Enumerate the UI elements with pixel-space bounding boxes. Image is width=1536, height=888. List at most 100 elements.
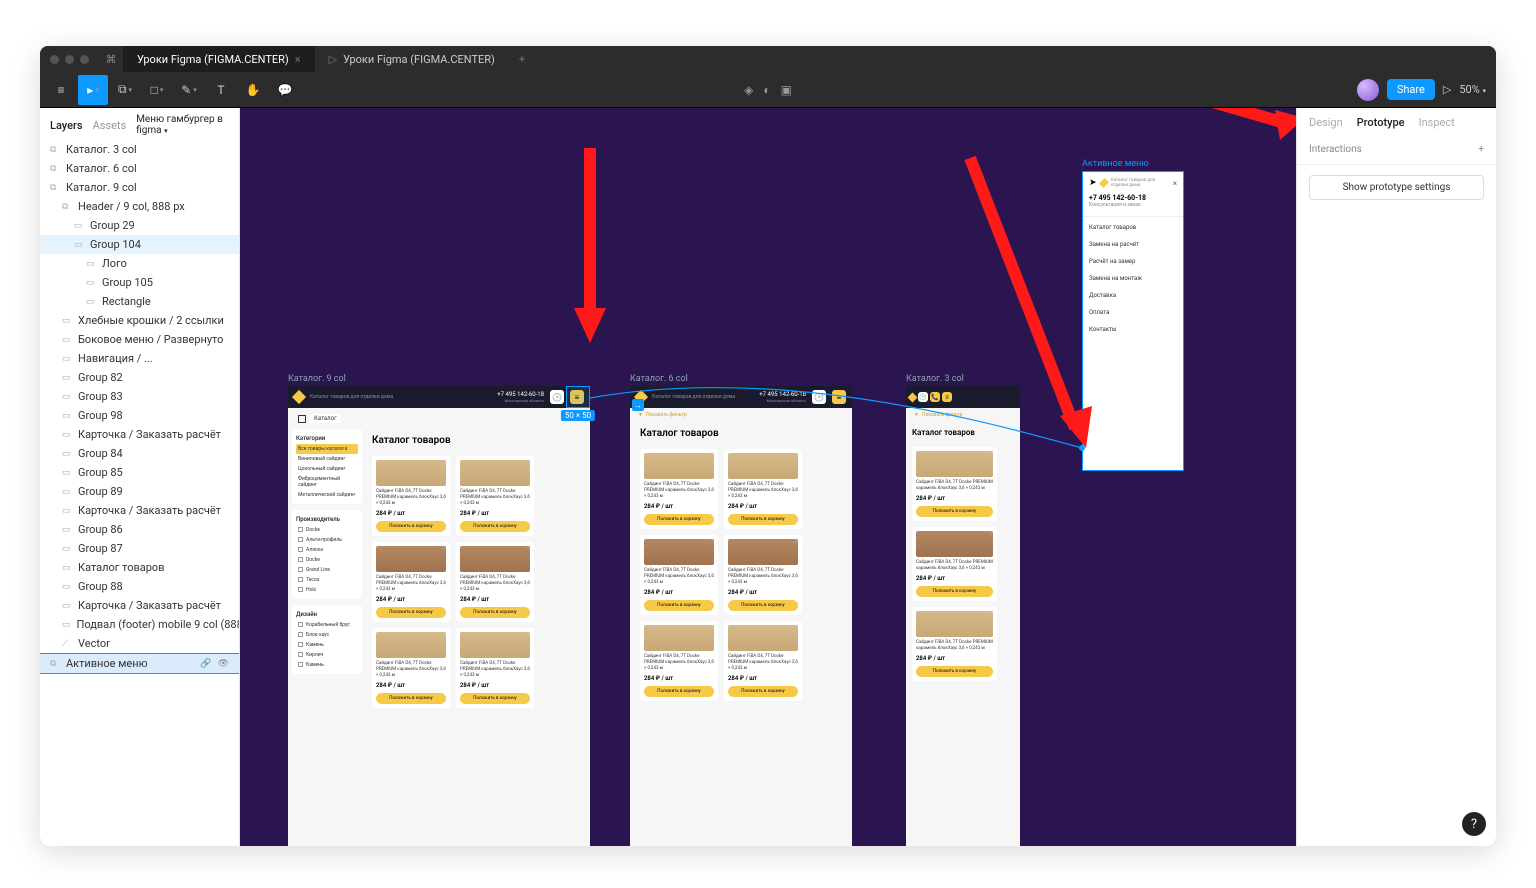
plus-icon[interactable]: + [1478,144,1484,155]
sidebar-item[interactable]: Корабельный брус [296,620,358,630]
layer-row[interactable]: ▭Group 82 [40,368,239,387]
product-card[interactable]: ♡Сайдинг FiBA D4, 7T Docke PREMIUM карам… [912,607,997,681]
new-tab-button[interactable]: + [509,53,535,66]
layer-row[interactable]: ▭Group 83 [40,387,239,406]
present-button[interactable]: ▷ [1443,83,1451,96]
menu-item[interactable]: Расчёт на замер [1083,253,1183,270]
menu-item[interactable]: Замена на монтаж [1083,270,1183,287]
inspect-tab[interactable]: Inspect [1419,116,1455,129]
pen-tool[interactable]: ✎▾ [174,75,204,105]
page-selector[interactable]: Меню гамбургер в figma ▾ [136,114,229,136]
sidebar-item[interactable]: Блок-хаус [296,630,358,640]
sidebar-item[interactable]: Виниловый сайдинг [296,454,358,464]
product-card[interactable]: ♡Сайдинг FiBA D4, 7T Docke PREMIUM карам… [456,542,534,622]
layer-row[interactable]: ⧉Header / 9 col, 888 px [40,197,239,216]
layer-row[interactable]: ▭Group 89 [40,482,239,501]
heart-icon[interactable]: ♡ [710,624,715,631]
buy-button[interactable]: Положить в корзину [916,666,993,677]
heart-icon[interactable]: ♡ [442,545,447,552]
frame-catalog-6col[interactable]: Каталог товаров для отделки дома +7 495 … [630,386,852,846]
layer-row[interactable]: ⧉Активное меню🔗👁 [40,653,239,674]
heart-icon[interactable]: ♡ [989,610,994,617]
canvas[interactable]: Каталог. 9 col Каталог товаров для отдел… [240,108,1296,846]
sidebar-item[interactable]: Металлический сайдинг [296,490,358,500]
buy-button[interactable]: Положить в корзину [460,693,530,704]
menu-item[interactable]: Каталог товаров [1083,219,1183,236]
shape-tool[interactable]: □▾ [142,75,172,105]
frame-label[interactable]: Каталог. 3 col [906,374,964,384]
link-icon[interactable]: 🔗 [200,659,211,669]
heart-icon[interactable]: ♡ [710,538,715,545]
crumb-item[interactable]: Каталог [310,414,341,423]
user-avatar[interactable] [1357,79,1379,101]
min-dot[interactable] [65,55,74,64]
filter-toggle[interactable]: ▼Показать фильтр [906,408,1020,422]
buy-button[interactable]: Положить в корзину [376,521,446,532]
heart-icon[interactable]: ♡ [989,530,994,537]
sidebar-item[interactable]: Grand Line [296,565,358,575]
layer-row[interactable]: ▭Group 104 [40,235,239,254]
layer-row[interactable]: ▭Боковое меню / Развернуто [40,330,239,349]
filter-toggle[interactable]: ▼Показать фильтр [630,408,852,422]
share-button[interactable]: Share [1387,79,1435,100]
sidebar-item[interactable]: Все товары каталога [296,444,358,454]
product-card[interactable]: ♡Сайдинг FiBA D4, 7T Docke PREMIUM карам… [724,535,802,615]
sidebar-item[interactable]: Holz [296,585,358,595]
product-card[interactable]: ♡Сайдинг FiBA D4, 7T Docke PREMIUM карам… [912,447,997,521]
sidebar-item[interactable]: Фиброцементный сайдинг [296,474,358,490]
sidebar-item[interactable]: Tecos [296,575,358,585]
buy-button[interactable]: Положить в корзину [644,686,714,697]
close-icon[interactable]: × [1173,179,1177,188]
close-icon[interactable]: × [295,53,301,66]
buy-button[interactable]: Положить в корзину [376,693,446,704]
file-tab[interactable]: ▷ Уроки Figma (FIGMA.CENTER) [315,46,509,72]
sidebar-item[interactable]: Камень [296,660,358,670]
heart-icon[interactable]: ♡ [526,459,531,466]
menu-button[interactable]: ≡ [46,75,76,105]
layer-row[interactable]: ▭Group 88 [40,577,239,596]
layer-row[interactable]: ▭Group 87 [40,539,239,558]
heart-icon[interactable]: ♡ [989,450,994,457]
product-card[interactable]: ♡Сайдинг FiBA D4, 7T Docke PREMIUM карам… [640,449,718,529]
heart-icon[interactable]: ♡ [442,459,447,466]
buy-button[interactable]: Положить в корзину [460,607,530,618]
layer-row[interactable]: ▭Карточка / Заказать расчёт [40,425,239,444]
file-tab-active[interactable]: Уроки Figma (FIGMA.CENTER) × [123,46,315,72]
frame-label[interactable]: Активное меню [1082,159,1149,169]
buy-button[interactable]: Положить в корзину [644,514,714,525]
heart-icon[interactable]: ♡ [794,452,799,459]
product-card[interactable]: ♡Сайдинг FiBA D4, 7T Docke PREMIUM карам… [912,527,997,601]
product-card[interactable]: ♡Сайдинг FiBA D4, 7T Docke PREMIUM карам… [456,456,534,536]
mask-icon[interactable]: ◐ [763,83,770,97]
buy-button[interactable]: Положить в корзину [916,506,993,517]
layer-row[interactable]: ▭Лого [40,254,239,273]
layer-row[interactable]: ▭Rectangle [40,292,239,311]
sidebar-item[interactable]: Альта-профиль [296,535,358,545]
frame-label[interactable]: Каталог. 9 col [288,374,346,384]
sidebar-item[interactable]: Docke [296,525,358,535]
sidebar-item[interactable]: Docke [296,555,358,565]
help-button[interactable]: ? [1462,812,1486,836]
layer-row[interactable]: ▭Group 85 [40,463,239,482]
design-tab[interactable]: Design [1309,116,1343,129]
home-icon[interactable] [298,415,306,423]
frame-catalog-3col[interactable]: 🕑 📞 ≡ ▼Показать фильтр Каталог товаров ♡… [906,386,1020,846]
buy-button[interactable]: Положить в корзину [728,686,798,697]
figma-logo-icon[interactable]: ⌘ [99,53,123,66]
frame-catalog-9col[interactable]: Каталог товаров для отделки дома +7 495 … [288,386,590,846]
buy-button[interactable]: Положить в корзину [376,607,446,618]
component-icon[interactable]: ◈ [744,83,753,97]
layer-row[interactable]: ▭Хлебные крошки / 2 ссылки [40,311,239,330]
buy-button[interactable]: Положить в корзину [728,514,798,525]
sidebar-item[interactable]: Цокольный сайдинг [296,464,358,474]
layer-row[interactable]: ▭Навигация / ... [40,349,239,368]
product-card[interactable]: ♡Сайдинг FiBA D4, 7T Docke PREMIUM карам… [640,621,718,701]
interactions-row[interactable]: Interactions + [1309,141,1484,158]
move-tool[interactable]: ▸▾ [78,75,108,105]
frame-tool[interactable]: ⧉▾ [110,75,140,105]
hand-tool[interactable]: ✋ [238,75,268,105]
layer-row[interactable]: ▭Group 84 [40,444,239,463]
visibility-icon[interactable]: 👁 [218,659,229,669]
heart-icon[interactable]: ♡ [526,631,531,638]
layer-row[interactable]: ▭Карточка / Заказать расчёт [40,501,239,520]
